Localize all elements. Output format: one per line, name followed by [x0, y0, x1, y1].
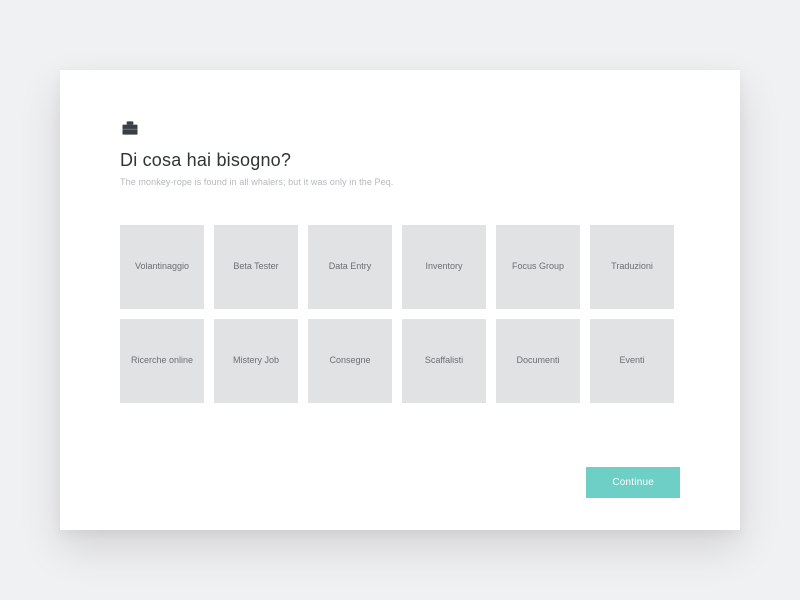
tile-label: Ricerche online — [127, 355, 197, 367]
tile-label: Documenti — [512, 355, 563, 367]
page-title: Di cosa hai bisogno? — [120, 150, 680, 171]
tile-traduzioni[interactable]: Traduzioni — [590, 225, 674, 309]
tile-label: Eventi — [615, 355, 648, 367]
page-subtitle: The monkey-rope is found in all whalers;… — [120, 177, 680, 187]
tile-focus-group[interactable]: Focus Group — [496, 225, 580, 309]
tile-mistery-job[interactable]: Mistery Job — [214, 319, 298, 403]
tile-ricerche-online[interactable]: Ricerche online — [120, 319, 204, 403]
modal-card: Di cosa hai bisogno? The monkey-rope is … — [60, 70, 740, 530]
tile-eventi[interactable]: Eventi — [590, 319, 674, 403]
tile-label: Volantinaggio — [131, 261, 193, 273]
briefcase-icon — [120, 118, 140, 138]
tile-volantinaggio[interactable]: Volantinaggio — [120, 225, 204, 309]
tile-label: Consegne — [325, 355, 374, 367]
tile-beta-tester[interactable]: Beta Tester — [214, 225, 298, 309]
continue-button[interactable]: Continue — [586, 467, 680, 498]
tile-label: Scaffalisti — [421, 355, 467, 367]
tile-label: Mistery Job — [229, 355, 283, 367]
tile-documenti[interactable]: Documenti — [496, 319, 580, 403]
tile-data-entry[interactable]: Data Entry — [308, 225, 392, 309]
tile-consegne[interactable]: Consegne — [308, 319, 392, 403]
tile-label: Data Entry — [325, 261, 376, 273]
tile-scaffalisti[interactable]: Scaffalisti — [402, 319, 486, 403]
tile-label: Traduzioni — [607, 261, 657, 273]
tile-label: Beta Tester — [229, 261, 282, 273]
tile-label: Inventory — [421, 261, 466, 273]
tile-label: Focus Group — [508, 261, 568, 273]
tile-inventory[interactable]: Inventory — [402, 225, 486, 309]
category-grid: Volantinaggio Beta Tester Data Entry Inv… — [120, 225, 680, 403]
